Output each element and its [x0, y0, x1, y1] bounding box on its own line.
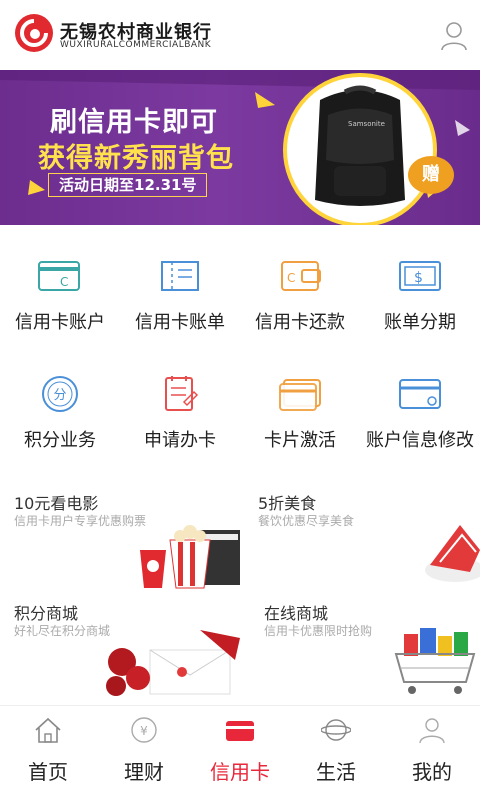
bottom-tab-bar: 首页 ¥ 理财 信用卡 生活 我的	[0, 705, 480, 800]
service-credit-bill[interactable]: 信用卡账单	[120, 240, 240, 350]
card-activate-icon	[279, 379, 321, 411]
backpack-image: Samsonite	[315, 85, 405, 206]
promo-title: 积分商城	[14, 604, 79, 623]
bank-logo-icon	[15, 14, 53, 52]
service-apply-card[interactable]: 申请办卡	[120, 358, 240, 468]
promo-points-mall[interactable]: 积分商城 好礼尽在积分商城	[0, 590, 240, 700]
tab-label: 信用卡	[210, 760, 270, 784]
banner-subheadline: 获得新秀丽背包	[38, 143, 234, 174]
promo-subtitle: 餐饮优惠尽享美食	[258, 514, 355, 528]
shopping-cart-image	[394, 628, 476, 694]
popcorn-image	[140, 525, 240, 589]
life-icon	[321, 719, 351, 741]
tab-profile[interactable]: 我的	[384, 706, 480, 800]
tab-life[interactable]: 生活	[288, 706, 384, 800]
tab-home[interactable]: 首页	[0, 706, 96, 800]
service-card-activate[interactable]: 卡片激活	[240, 358, 360, 468]
card-repay-icon: C	[281, 261, 321, 291]
promo-subtitle: 信用卡优惠限时抢购	[264, 624, 373, 638]
gift-image	[106, 630, 240, 696]
svg-text:$: $	[414, 270, 423, 286]
svg-text:C: C	[60, 275, 68, 289]
apply-card-icon	[165, 376, 199, 411]
promo-online-mall[interactable]: 在线商城 信用卡优惠限时抢购	[240, 590, 480, 700]
service-credit-account[interactable]: C 信用卡账户	[0, 240, 120, 350]
promo-subtitle: 信用卡用户专享优惠购票	[14, 514, 147, 528]
banner-headline: 刷信用卡即可	[50, 107, 218, 138]
svg-text:¥: ¥	[140, 724, 148, 738]
points-icon: 分	[42, 376, 78, 412]
home-icon	[35, 717, 61, 743]
service-credit-repay[interactable]: C 信用卡还款	[240, 240, 360, 350]
service-installment[interactable]: $ 账单分期	[360, 240, 480, 350]
installment-icon: $	[399, 261, 441, 291]
banner-date: 活动日期至12.31号	[48, 173, 208, 197]
tab-finance[interactable]: ¥ 理财	[96, 706, 192, 800]
user-profile-icon[interactable]	[438, 20, 470, 52]
cake-image	[425, 525, 480, 582]
service-label: 信用卡账单	[135, 312, 225, 333]
gift-badge: 赠	[408, 156, 454, 194]
tab-label: 生活	[316, 760, 356, 784]
points-badge-text: 分	[53, 388, 66, 403]
service-label: 信用卡还款	[255, 312, 345, 333]
svg-text:C: C	[287, 271, 295, 285]
finance-icon: ¥	[131, 717, 157, 743]
promo-movie[interactable]: 10元看电影 信用卡用户专享优惠购票	[0, 480, 240, 590]
account-edit-icon	[399, 379, 441, 409]
card-account-icon: C	[38, 261, 80, 291]
service-label: 卡片激活	[264, 430, 336, 451]
promo-food[interactable]: 5折美食 餐饮优惠尽享美食	[240, 480, 480, 590]
tab-label: 我的	[412, 760, 452, 784]
promo-subtitle: 好礼尽在积分商城	[14, 624, 111, 638]
bag-brand-text: Samsonite	[348, 120, 385, 128]
tab-label: 首页	[28, 760, 68, 784]
tab-credit-card[interactable]: 信用卡	[192, 706, 288, 800]
service-label: 积分业务	[24, 430, 96, 451]
credit-card-icon	[226, 721, 254, 741]
service-label: 申请办卡	[144, 430, 216, 451]
service-points[interactable]: 分 积分业务	[0, 358, 120, 468]
service-label: 信用卡账户	[15, 312, 105, 333]
promo-title: 5折美食	[258, 494, 317, 513]
service-label: 账单分期	[384, 312, 456, 333]
card-bill-icon	[161, 261, 199, 291]
tab-label: 理财	[124, 760, 164, 784]
promo-title: 10元看电影	[14, 494, 99, 513]
promo-title: 在线商城	[264, 604, 329, 623]
bank-name-en: WUXIRURALCOMMERCIALBANK	[60, 40, 212, 50]
app-header: 无锡农村商业银行 WUXIRURALCOMMERCIALBANK	[0, 0, 480, 70]
promo-banner[interactable]: Samsonite 刷信用卡即可 获得新秀丽背包 活动日期至12.31号 赠	[0, 70, 480, 225]
profile-icon	[419, 718, 445, 744]
service-label: 账户信息修改	[366, 430, 474, 451]
service-account-edit[interactable]: 账户信息修改	[360, 358, 480, 468]
